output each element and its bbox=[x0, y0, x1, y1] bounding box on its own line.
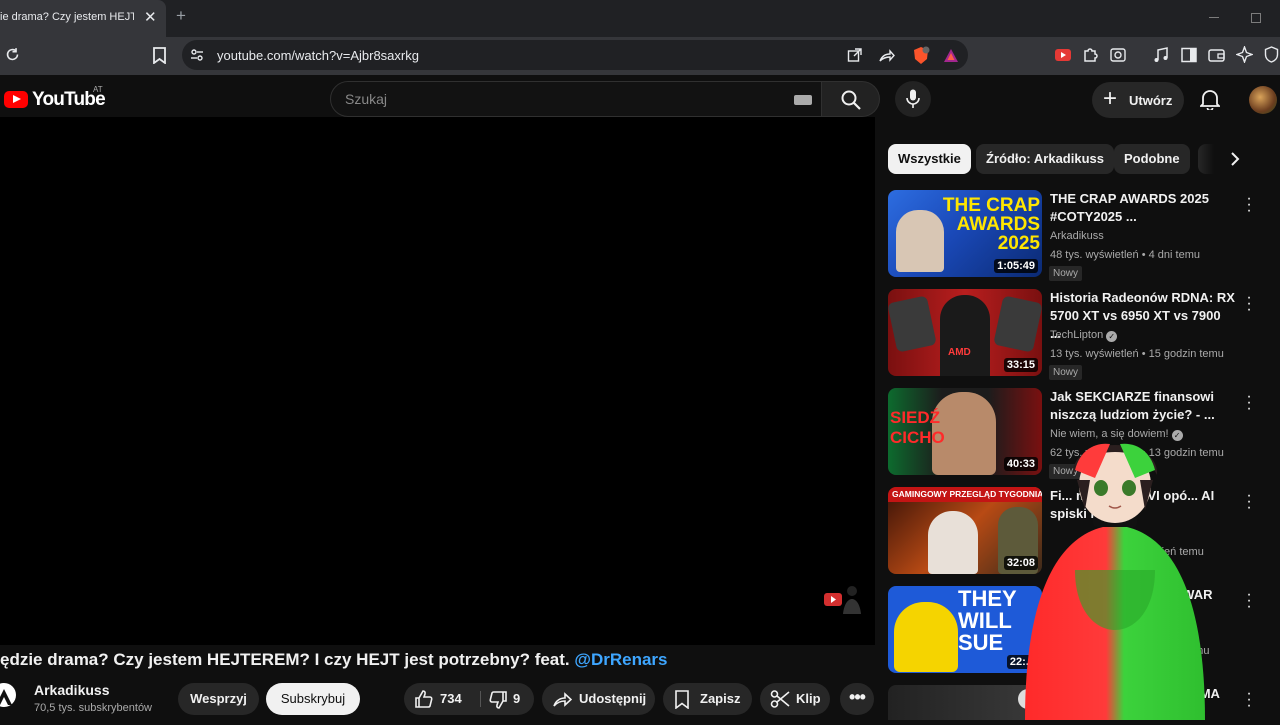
notifications-bell-icon[interactable] bbox=[1200, 89, 1220, 110]
chip-overflow bbox=[1198, 144, 1214, 174]
screenshot-icon[interactable] bbox=[1110, 47, 1126, 63]
url-text[interactable]: youtube.com/watch?v=Ajbr8saxrkg bbox=[217, 48, 419, 63]
microphone-icon bbox=[906, 89, 920, 109]
search-button[interactable] bbox=[822, 81, 880, 117]
recommendation-stats: 48 tys. wyświetleń • 4 dni temu bbox=[1050, 249, 1200, 261]
clip-label: Klip bbox=[796, 691, 821, 706]
site-settings-icon[interactable] bbox=[190, 48, 204, 62]
bookmark-icon[interactable] bbox=[152, 47, 167, 64]
channel-avatar[interactable] bbox=[0, 683, 16, 707]
channel-watermark-icon[interactable] bbox=[823, 583, 863, 615]
vtuber-avatar-overlay bbox=[1015, 430, 1215, 720]
browser-tab-bar bbox=[0, 0, 1280, 37]
dislike-icon[interactable] bbox=[488, 690, 508, 710]
new-tab-icon[interactable]: + bbox=[176, 6, 186, 26]
recommendation-channel[interactable]: Arkadikuss bbox=[1050, 230, 1104, 242]
keyboard-icon[interactable] bbox=[794, 95, 812, 105]
verified-icon: ✓ bbox=[1106, 331, 1118, 342]
leo-ai-icon[interactable] bbox=[1236, 46, 1253, 63]
create-label: Utwórz bbox=[1129, 93, 1173, 108]
new-badge: Nowy bbox=[1049, 266, 1083, 281]
dislike-count: 9 bbox=[513, 691, 521, 706]
country-code: AT bbox=[93, 85, 103, 94]
more-options-icon[interactable]: · · · bbox=[1244, 389, 1254, 417]
media-icon[interactable] bbox=[1153, 47, 1169, 63]
support-label: Wesprzyj bbox=[190, 691, 247, 706]
share-button[interactable]: Udostępnij bbox=[542, 683, 655, 715]
chip-all[interactable]: Wszystkie bbox=[888, 144, 971, 174]
close-tab-icon[interactable]: ✕ bbox=[144, 8, 157, 26]
more-options-icon[interactable]: · · · bbox=[1244, 191, 1254, 219]
youtube-play-icon bbox=[4, 91, 28, 108]
support-button[interactable]: Wesprzyj bbox=[178, 683, 259, 715]
open-in-app-icon[interactable] bbox=[847, 48, 862, 63]
save-button[interactable]: Zapisz bbox=[663, 683, 752, 715]
save-label: Zapisz bbox=[700, 691, 741, 706]
more-options-icon[interactable]: · · · bbox=[1244, 290, 1254, 318]
new-badge: Nowy bbox=[1049, 365, 1083, 380]
thumb-person bbox=[928, 511, 978, 574]
user-avatar[interactable] bbox=[1249, 86, 1277, 114]
chip-related[interactable]: Podobne bbox=[1114, 144, 1190, 174]
recommendation-stats: 13 tys. wyświetleń • 15 godzin temu bbox=[1050, 348, 1224, 360]
brave-rewards-icon[interactable] bbox=[943, 48, 959, 63]
thumb-gpu-left bbox=[888, 295, 937, 353]
minimize-icon[interactable] bbox=[1209, 17, 1219, 18]
sidebar-icon[interactable] bbox=[1181, 47, 1197, 63]
like-icon[interactable] bbox=[414, 689, 434, 709]
share-label: Udostępnij bbox=[579, 691, 647, 706]
share-page-icon[interactable] bbox=[879, 47, 895, 63]
thumb-pikachu bbox=[894, 602, 958, 672]
vpn-shield-icon[interactable] bbox=[1264, 46, 1279, 63]
search-icon bbox=[841, 90, 861, 110]
thumb-gpu-right bbox=[993, 295, 1042, 353]
more-options-icon[interactable]: · · · bbox=[1244, 488, 1254, 516]
thumb-text: THE CRAP AWARDS 2025 bbox=[942, 195, 1040, 254]
more-actions-button[interactable]: ••• bbox=[840, 683, 874, 715]
tab-title: ie drama? Czy jestem HEJTE bbox=[0, 11, 134, 23]
more-icon: ••• bbox=[849, 687, 866, 707]
youtube-extension-icon[interactable] bbox=[1055, 48, 1071, 62]
more-options-icon[interactable]: · · · bbox=[1244, 587, 1254, 615]
recommendation-channel[interactable]: TechLipton ✓ bbox=[1050, 329, 1118, 342]
clip-button[interactable]: Klip bbox=[760, 683, 830, 715]
video-player[interactable] bbox=[0, 117, 875, 645]
recommendation-title[interactable]: Jak SEKCIARZE finansowi niszczą ludziom … bbox=[1050, 388, 1235, 424]
channel-name: TechLipton bbox=[1050, 329, 1104, 341]
wallet-icon[interactable] bbox=[1208, 47, 1225, 63]
extensions-icon[interactable] bbox=[1082, 46, 1099, 63]
search-box[interactable] bbox=[330, 81, 822, 117]
thumb-person bbox=[940, 295, 990, 376]
divider bbox=[480, 691, 481, 707]
video-thumbnail[interactable]: AMD 33:15 bbox=[888, 289, 1042, 376]
like-dislike-group: 734 9 bbox=[404, 683, 534, 715]
video-title-text: ędzie drama? Czy jestem HEJTEREM? I czy … bbox=[0, 650, 575, 669]
subscriber-count: 70,5 tys. subskrybentów bbox=[34, 702, 153, 714]
plus-icon: + bbox=[1103, 85, 1118, 112]
browser-tab[interactable]: ie drama? Czy jestem HEJTE ✕ bbox=[0, 0, 166, 37]
reload-icon[interactable] bbox=[4, 46, 21, 63]
subscribe-label: Subskrybuj bbox=[280, 691, 346, 706]
thumb-text: AMD bbox=[948, 347, 971, 358]
chevron-right-icon[interactable] bbox=[1228, 151, 1242, 167]
chip-source[interactable]: Źródło: Arkadikuss bbox=[976, 144, 1114, 174]
video-duration: 33:15 bbox=[1003, 358, 1038, 372]
maximize-icon[interactable] bbox=[1251, 13, 1261, 23]
video-thumbnail[interactable]: THE CRAP AWARDS 2025 1:05:49 bbox=[888, 190, 1042, 277]
recommendation-title[interactable]: THE CRAP AWARDS 2025 #COTY2025 ... bbox=[1050, 190, 1235, 226]
search-input[interactable]: Szukaj bbox=[345, 91, 387, 107]
brave-shields-icon[interactable] bbox=[912, 46, 930, 65]
channel-name[interactable]: Arkadikuss bbox=[34, 682, 109, 698]
like-count[interactable]: 734 bbox=[440, 683, 462, 715]
thumb-person bbox=[896, 210, 944, 272]
scissors-icon bbox=[770, 689, 790, 709]
video-title: ędzie drama? Czy jestem HEJTEREM? I czy … bbox=[0, 650, 668, 670]
save-icon bbox=[674, 690, 690, 709]
video-duration: 1:05:49 bbox=[994, 259, 1038, 273]
more-options-icon[interactable]: · · · bbox=[1244, 686, 1254, 714]
subscribe-button[interactable]: Subskrybuj bbox=[266, 683, 360, 715]
voice-search-button[interactable] bbox=[895, 81, 931, 117]
share-icon bbox=[552, 689, 572, 709]
mention-link[interactable]: @DrRenars bbox=[574, 650, 667, 669]
